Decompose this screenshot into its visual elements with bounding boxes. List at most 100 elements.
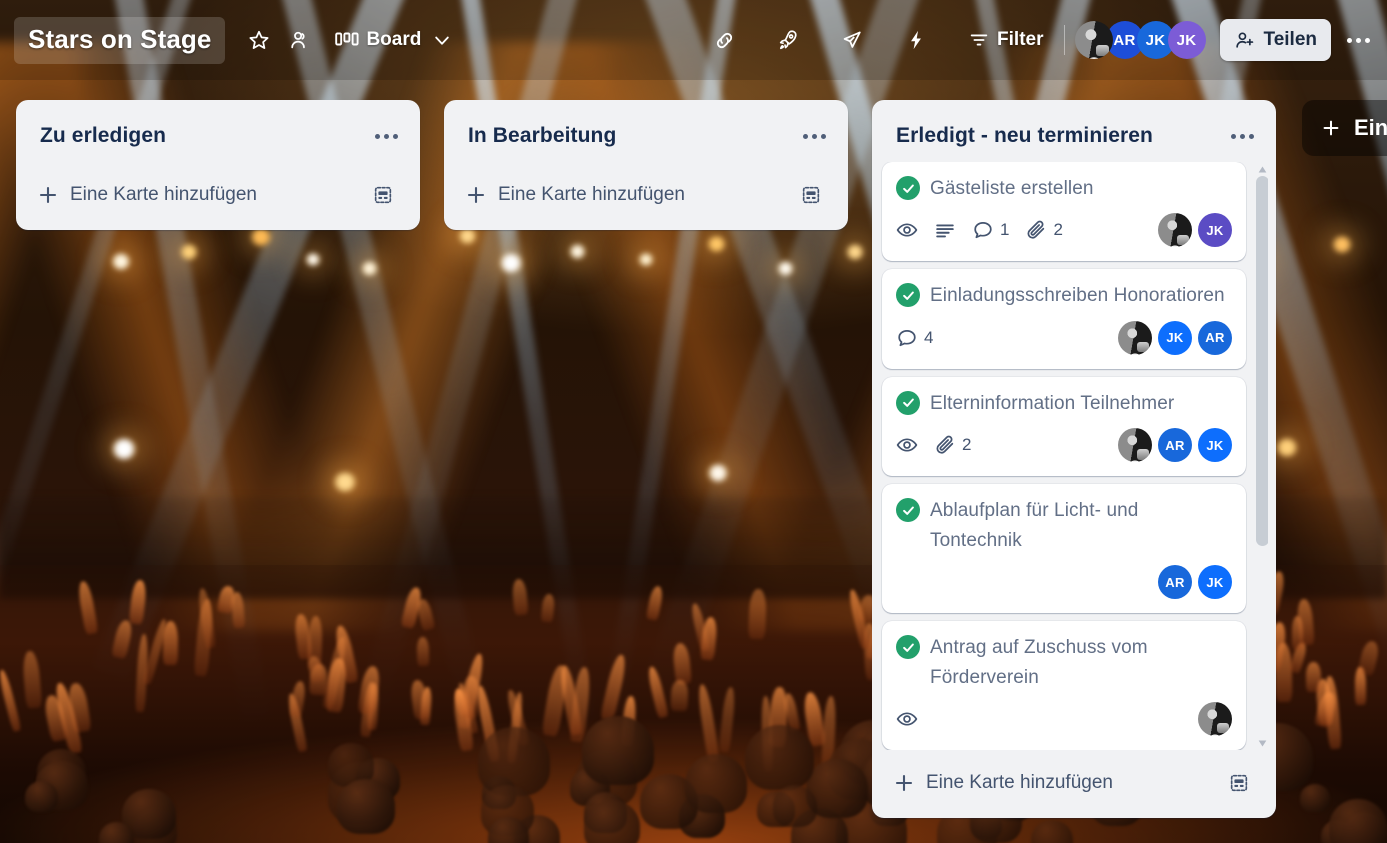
member-ar[interactable]: AR [1158,428,1192,462]
list-menu-icon[interactable] [1226,120,1258,152]
board-card[interactable]: Einladungsschreiben Honoratioren 4 JK AR [882,269,1246,368]
card-template-icon[interactable] [794,178,828,212]
eye-icon [896,219,918,241]
member-jk-blue[interactable]: JK [1198,565,1232,599]
link-icon[interactable] [704,20,744,60]
add-list-button[interactable]: Eine [1302,100,1387,156]
board-list: Erledigt - neu terminieren Gästeliste ers… [872,100,1276,818]
card-complete-check-icon[interactable] [896,283,920,307]
list-title[interactable]: Zu erledigen [40,124,166,148]
board-card[interactable]: Ablaufplan für Licht- und Tontechnik AR JK [882,484,1246,613]
rocket-icon[interactable] [768,20,808,60]
more-horizontal-icon [375,134,398,139]
card-members: JK AR [1118,321,1232,355]
card-badges [896,708,918,730]
list-header: Erledigt - neu terminieren [880,108,1268,162]
member-initials: AR [1113,32,1135,49]
more-horizontal-icon [1231,134,1254,139]
list-title[interactable]: Erledigt - neu terminieren [896,124,1153,148]
member-photo[interactable] [1158,213,1192,247]
paperclip-icon [1025,219,1047,241]
card-title-row: Einladungsschreiben Honoratioren [896,281,1232,310]
board-card[interactable]: Elterninformation Teilnehmer 2 AR JK [882,377,1246,476]
board-more-menu[interactable] [1335,19,1381,61]
card-badges: 4 [896,327,933,349]
add-card-button[interactable]: Eine Karte hinzufügen [24,166,412,222]
list-title[interactable]: In Bearbeitung [468,124,616,148]
card-badges: 12 [896,219,1063,241]
badge-value: 1 [1000,220,1009,240]
member-initials: AR [1165,438,1184,453]
card-title: Ablaufplan für Licht- und Tontechnik [930,496,1232,555]
member-photo[interactable] [1118,428,1152,462]
scrollbar-thumb[interactable] [1256,176,1269,546]
chevron-down-icon [432,30,452,50]
header-divider [1064,25,1065,55]
card-footer: 2 AR JK [896,426,1232,464]
card-title-row: Antrag auf Zuschuss vom Förderverein [896,633,1232,692]
member-jk-purple[interactable]: JK [1198,213,1232,247]
card-title: Elterninformation Teilnehmer [930,389,1174,418]
list-menu-icon[interactable] [370,120,402,152]
board-list: Zu erledigen Eine Karte hinzufügen [16,100,420,230]
board-card[interactable]: Gästeliste erstellen 1 2 JK [882,162,1246,261]
filter-button[interactable]: Filter [960,20,1051,60]
card-complete-check-icon[interactable] [896,498,920,522]
share-label: Teilen [1264,29,1318,51]
scroll-up-icon[interactable] [1258,162,1267,176]
filter-label: Filter [997,29,1043,51]
cards-area: Gästeliste erstellen 1 2 JK Einladungsschrei… [880,162,1268,750]
card-template-icon[interactable] [366,178,400,212]
card-title-row: Gästeliste erstellen [896,174,1232,203]
plus-icon [464,183,488,207]
watch-badge [896,434,918,456]
add-card-button[interactable]: Eine Karte hinzufügen [452,166,840,222]
add-card-button[interactable]: Eine Karte hinzufügen [880,754,1268,810]
lightning-bolt-icon[interactable] [896,20,936,60]
badge-value: 2 [1053,220,1062,240]
paper-plane-icon[interactable] [832,20,872,60]
member-jk-purple[interactable]: JK [1168,21,1206,59]
attachments-badge: 2 [934,434,971,456]
board-card[interactable]: Antrag auf Zuschuss vom Förderverein [882,621,1246,750]
paperclip-icon [934,434,956,456]
member-photo[interactable] [1198,702,1232,736]
board-members[interactable]: AR JK JK [1075,21,1206,59]
member-photo[interactable] [1118,321,1152,355]
member-ar[interactable]: AR [1198,321,1232,355]
filter-icon [968,29,990,51]
description-icon [934,219,956,241]
member-initials: JK [1146,32,1166,49]
member-ar[interactable]: AR [1158,565,1192,599]
star-icon[interactable] [239,20,279,60]
list-menu-icon[interactable] [798,120,830,152]
add-card-label: Eine Karte hinzufügen [926,772,1113,794]
list-scrollbar[interactable] [1254,162,1268,750]
member-initials: AR [1205,330,1224,345]
workspace-people-icon[interactable] [279,20,319,60]
person-plus-icon [1234,29,1256,51]
card-complete-check-icon[interactable] [896,391,920,415]
card-title: Gästeliste erstellen [930,174,1094,203]
member-photo[interactable] [1075,21,1113,59]
card-footer: 1 2 JK [896,211,1232,249]
attachments-badge: 2 [1025,219,1062,241]
board-canvas: Zu erledigen Eine Karte hinzufügen In Bear… [0,80,1387,843]
card-title-row: Elterninformation Teilnehmer [896,389,1232,418]
card-complete-check-icon[interactable] [896,635,920,659]
scrollbar-track[interactable] [1256,176,1269,736]
cards-scroll-container[interactable]: Gästeliste erstellen 1 2 JK Einladungsschrei… [880,162,1268,750]
filter-control[interactable]: Filter [960,20,1051,60]
watch-badge [896,219,918,241]
scroll-down-icon[interactable] [1258,736,1267,750]
card-members: AR JK [1158,565,1232,599]
member-jk-blue[interactable]: JK [1158,321,1192,355]
comment-icon [896,327,918,349]
member-jk-blue[interactable]: JK [1198,428,1232,462]
board-columns-icon [335,31,359,49]
board-view-switcher[interactable]: Board [327,20,460,60]
board-title[interactable]: Stars on Stage [14,17,225,64]
card-template-icon[interactable] [1222,766,1256,800]
share-button[interactable]: Teilen [1220,19,1332,61]
card-complete-check-icon[interactable] [896,176,920,200]
